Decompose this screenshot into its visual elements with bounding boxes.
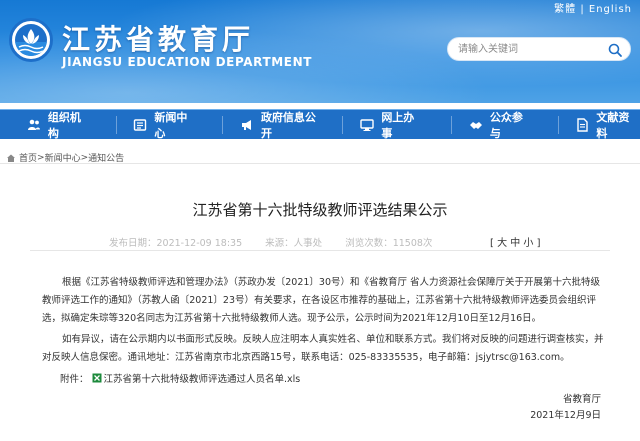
signature-date: 2021年12月9日 <box>530 410 601 421</box>
article-paragraph-1: 根据《江苏省特级教师评选和管理办法》（苏政办发〔2021〕30号）和《省教育厅 … <box>42 277 601 324</box>
nav-divider <box>115 115 117 134</box>
search-input[interactable] <box>458 41 598 58</box>
nav-label: 新闻中心 <box>154 110 188 140</box>
document-icon <box>575 117 591 133</box>
font-size-switcher[interactable]: [ 大 中 小 ] <box>490 234 541 249</box>
breadcrumb-separator: > <box>80 152 89 163</box>
article-source: 来源：人事处 <box>265 238 323 249</box>
nav-label: 文献资料 <box>596 110 630 140</box>
handshake-icon <box>468 117 484 133</box>
article-paragraph-2: 如有异议，请在公示期内以书面形式反映。反映人应注明本人真实姓名、单位和联系方式。… <box>42 334 604 363</box>
nav-label: 公众参与 <box>489 110 523 140</box>
excel-file-icon <box>92 373 102 383</box>
article-meta: 发布日期：2021-12-09 18:35 来源：人事处 浏览次数：11508次 <box>109 235 452 249</box>
breadcrumb-separator: > <box>37 152 45 163</box>
main-nav: 组织机构 新闻中心 政府信息公开 网上办事 公众参与 文献资料 <box>0 109 640 140</box>
nav-divider <box>222 115 224 134</box>
search-icon[interactable] <box>607 42 623 58</box>
article-title: 江苏省第十六批特级教师评选结果公示 <box>192 201 448 219</box>
publish-date: 发布日期：2021-12-09 18:35 <box>109 238 243 249</box>
nav-divider <box>342 115 344 134</box>
attachment-label: 附件： <box>60 374 89 385</box>
nav-item-gov-info[interactable]: 政府信息公开 <box>239 110 326 140</box>
news-icon <box>133 117 149 133</box>
nav-item-online-services[interactable]: 网上办事 <box>359 110 425 140</box>
signature-org: 省教育厅 <box>562 394 601 405</box>
nav-label: 政府信息公开 <box>260 110 316 140</box>
attachment-row: 附件： 江苏省第十六批特级教师评选通过人员名单.xls <box>60 371 300 385</box>
view-count: 浏览次数：11508次 <box>345 238 433 249</box>
education-department-logo-icon[interactable] <box>9 18 53 62</box>
search-box[interactable] <box>447 37 631 61</box>
nav-label: 网上办事 <box>381 110 415 140</box>
nav-divider <box>557 115 559 134</box>
nav-label: 组织机构 <box>47 110 81 140</box>
attachment-link[interactable]: 江苏省第十六批特级教师评选通过人员名单.xls <box>104 371 301 385</box>
nav-item-news[interactable]: 新闻中心 <box>133 110 199 140</box>
divider <box>0 163 640 164</box>
site-title[interactable]: 江苏省教育厅 <box>62 18 254 58</box>
megaphone-icon <box>239 117 255 133</box>
site-subtitle: JIANGSU EDUCATION DEPARTMENT <box>62 55 313 69</box>
people-icon <box>26 117 42 133</box>
language-links[interactable]: 繁體 | English <box>554 0 632 15</box>
monitor-icon <box>359 117 375 133</box>
divider <box>30 250 610 251</box>
nav-item-literature[interactable]: 文献资料 <box>575 110 640 140</box>
nav-divider <box>450 115 452 134</box>
site-header: 繁體 | English 江苏省教育厅 JIANGSU EDUCATION DE… <box>0 0 640 103</box>
nav-item-organization[interactable]: 组织机构 <box>26 110 92 140</box>
nav-item-public-participation[interactable]: 公众参与 <box>468 110 534 140</box>
home-icon <box>7 154 15 162</box>
